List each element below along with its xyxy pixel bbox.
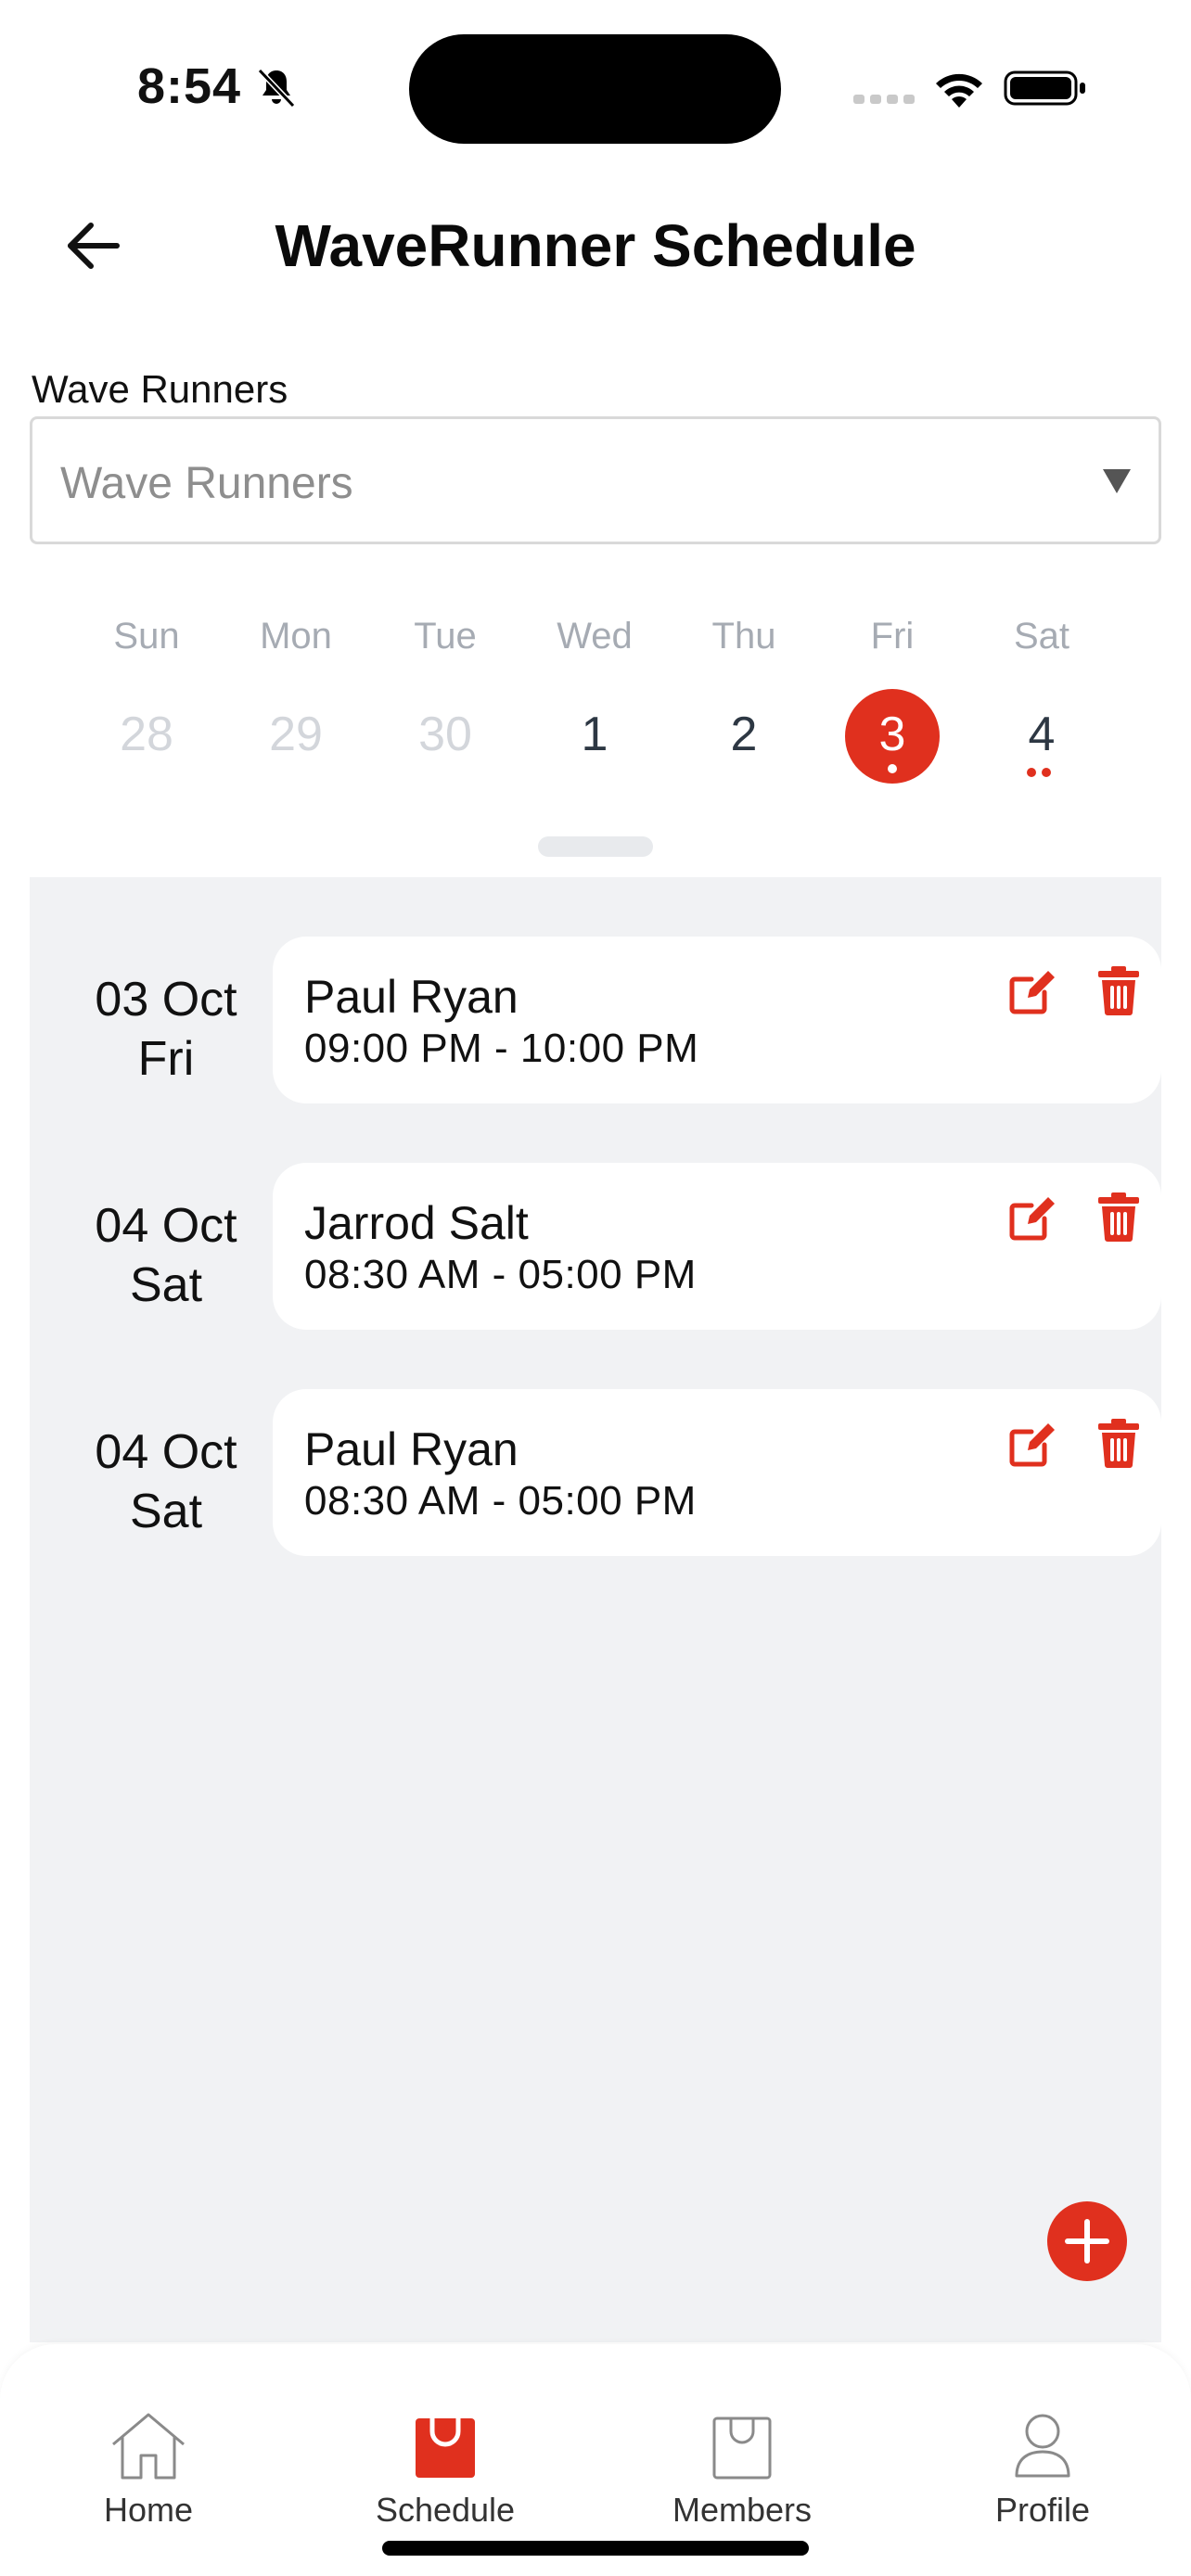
tab-members[interactable]: Members: [640, 2344, 844, 2557]
wifi-icon: [936, 73, 982, 108]
weekday-tue: Tue: [414, 616, 477, 657]
time-range: 08:30 AM - 05:00 PM: [304, 1252, 697, 1297]
tab-members-label: Members: [672, 2491, 813, 2529]
calendar-day[interactable]: 30: [371, 707, 519, 762]
calendar-day[interactable]: 4: [967, 707, 1116, 762]
weekday-mon: Mon: [260, 616, 332, 657]
wave-runners-label: Wave Runners: [32, 367, 288, 411]
trash-icon[interactable]: [1096, 1417, 1141, 1469]
event-dot: [1042, 768, 1051, 777]
schedule-card[interactable]: Paul Ryan 08:30 AM - 05:00 PM: [273, 1389, 1161, 1556]
weekday-thu: Thu: [711, 616, 776, 657]
tab-schedule-label: Schedule: [375, 2491, 516, 2529]
schedule-date: 04 Oct Sat: [59, 1422, 273, 1541]
calendar-day[interactable]: 1: [520, 707, 669, 762]
shopping-bag-icon: [416, 2416, 475, 2478]
edit-icon[interactable]: [1007, 1417, 1059, 1469]
drag-handle[interactable]: [538, 836, 653, 857]
dynamic-island: [409, 34, 781, 144]
schedule-card[interactable]: Paul Ryan 09:00 PM - 10:00 PM: [273, 937, 1161, 1103]
tab-schedule[interactable]: Schedule: [343, 2344, 547, 2557]
calendar-day[interactable]: 2: [670, 707, 818, 762]
tab-profile-label: Profile: [994, 2491, 1091, 2529]
caret-down-icon: [1103, 469, 1131, 493]
plus-icon: [1065, 2219, 1109, 2264]
schedule-list[interactable]: 03 Oct Fri Paul Ryan 09:00 PM - 10:00 PM…: [30, 877, 1161, 2342]
status-time: 8:54: [137, 58, 242, 114]
home-indicator: [382, 2541, 809, 2556]
tab-home[interactable]: Home: [46, 2344, 250, 2557]
weekday-fri: Fri: [870, 616, 915, 657]
page-title: WaveRunner Schedule: [275, 212, 916, 279]
edit-icon[interactable]: [1007, 964, 1059, 1016]
cellular-signal-icon: [853, 95, 915, 104]
schedule-date-weekday: Sat: [129, 1258, 203, 1312]
member-name: Jarrod Salt: [304, 1197, 529, 1249]
weekday-wed: Wed: [557, 616, 633, 657]
schedule-date-day: 03 Oct: [95, 973, 237, 1027]
calendar-day[interactable]: 28: [72, 707, 221, 762]
event-dot: [1027, 768, 1036, 777]
schedule-date: 03 Oct Fri: [59, 970, 273, 1089]
schedule-date: 04 Oct Sat: [59, 1196, 273, 1315]
calendar-day-selected[interactable]: 3: [818, 707, 967, 762]
tab-profile[interactable]: Profile: [941, 2344, 1145, 2557]
time-range: 09:00 PM - 10:00 PM: [304, 1026, 699, 1071]
weekday-sun: Sun: [113, 616, 180, 657]
edit-icon[interactable]: [1007, 1191, 1059, 1243]
person-icon: [1015, 2414, 1070, 2478]
member-name: Paul Ryan: [304, 1423, 519, 1475]
dropdown-placeholder: Wave Runners: [60, 459, 353, 508]
calendar-day[interactable]: 29: [222, 707, 370, 762]
home-icon: [112, 2413, 185, 2480]
time-range: 08:30 AM - 05:00 PM: [304, 1478, 697, 1524]
schedule-card[interactable]: Jarrod Salt 08:30 AM - 05:00 PM: [273, 1163, 1161, 1330]
wave-runners-dropdown[interactable]: Wave Runners: [30, 416, 1161, 544]
add-schedule-button[interactable]: [1047, 2201, 1127, 2281]
schedule-date-day: 04 Oct: [95, 1425, 237, 1479]
bell-muted-icon: [257, 68, 296, 108]
member-name: Paul Ryan: [304, 971, 519, 1023]
schedule-date-weekday: Sat: [129, 1485, 203, 1538]
trash-icon[interactable]: [1096, 1191, 1141, 1243]
schedule-date-weekday: Fri: [137, 1032, 195, 1086]
weekday-sat: Sat: [1013, 616, 1070, 657]
status-bar: 8:54: [0, 0, 1191, 176]
bag-icon: [712, 2417, 772, 2480]
header: WaveRunner Schedule: [0, 185, 1191, 306]
trash-icon[interactable]: [1096, 964, 1141, 1016]
tab-home-label: Home: [103, 2491, 194, 2529]
event-dot: [888, 764, 897, 773]
battery-icon: [1004, 70, 1085, 106]
schedule-date-day: 04 Oct: [95, 1199, 237, 1253]
